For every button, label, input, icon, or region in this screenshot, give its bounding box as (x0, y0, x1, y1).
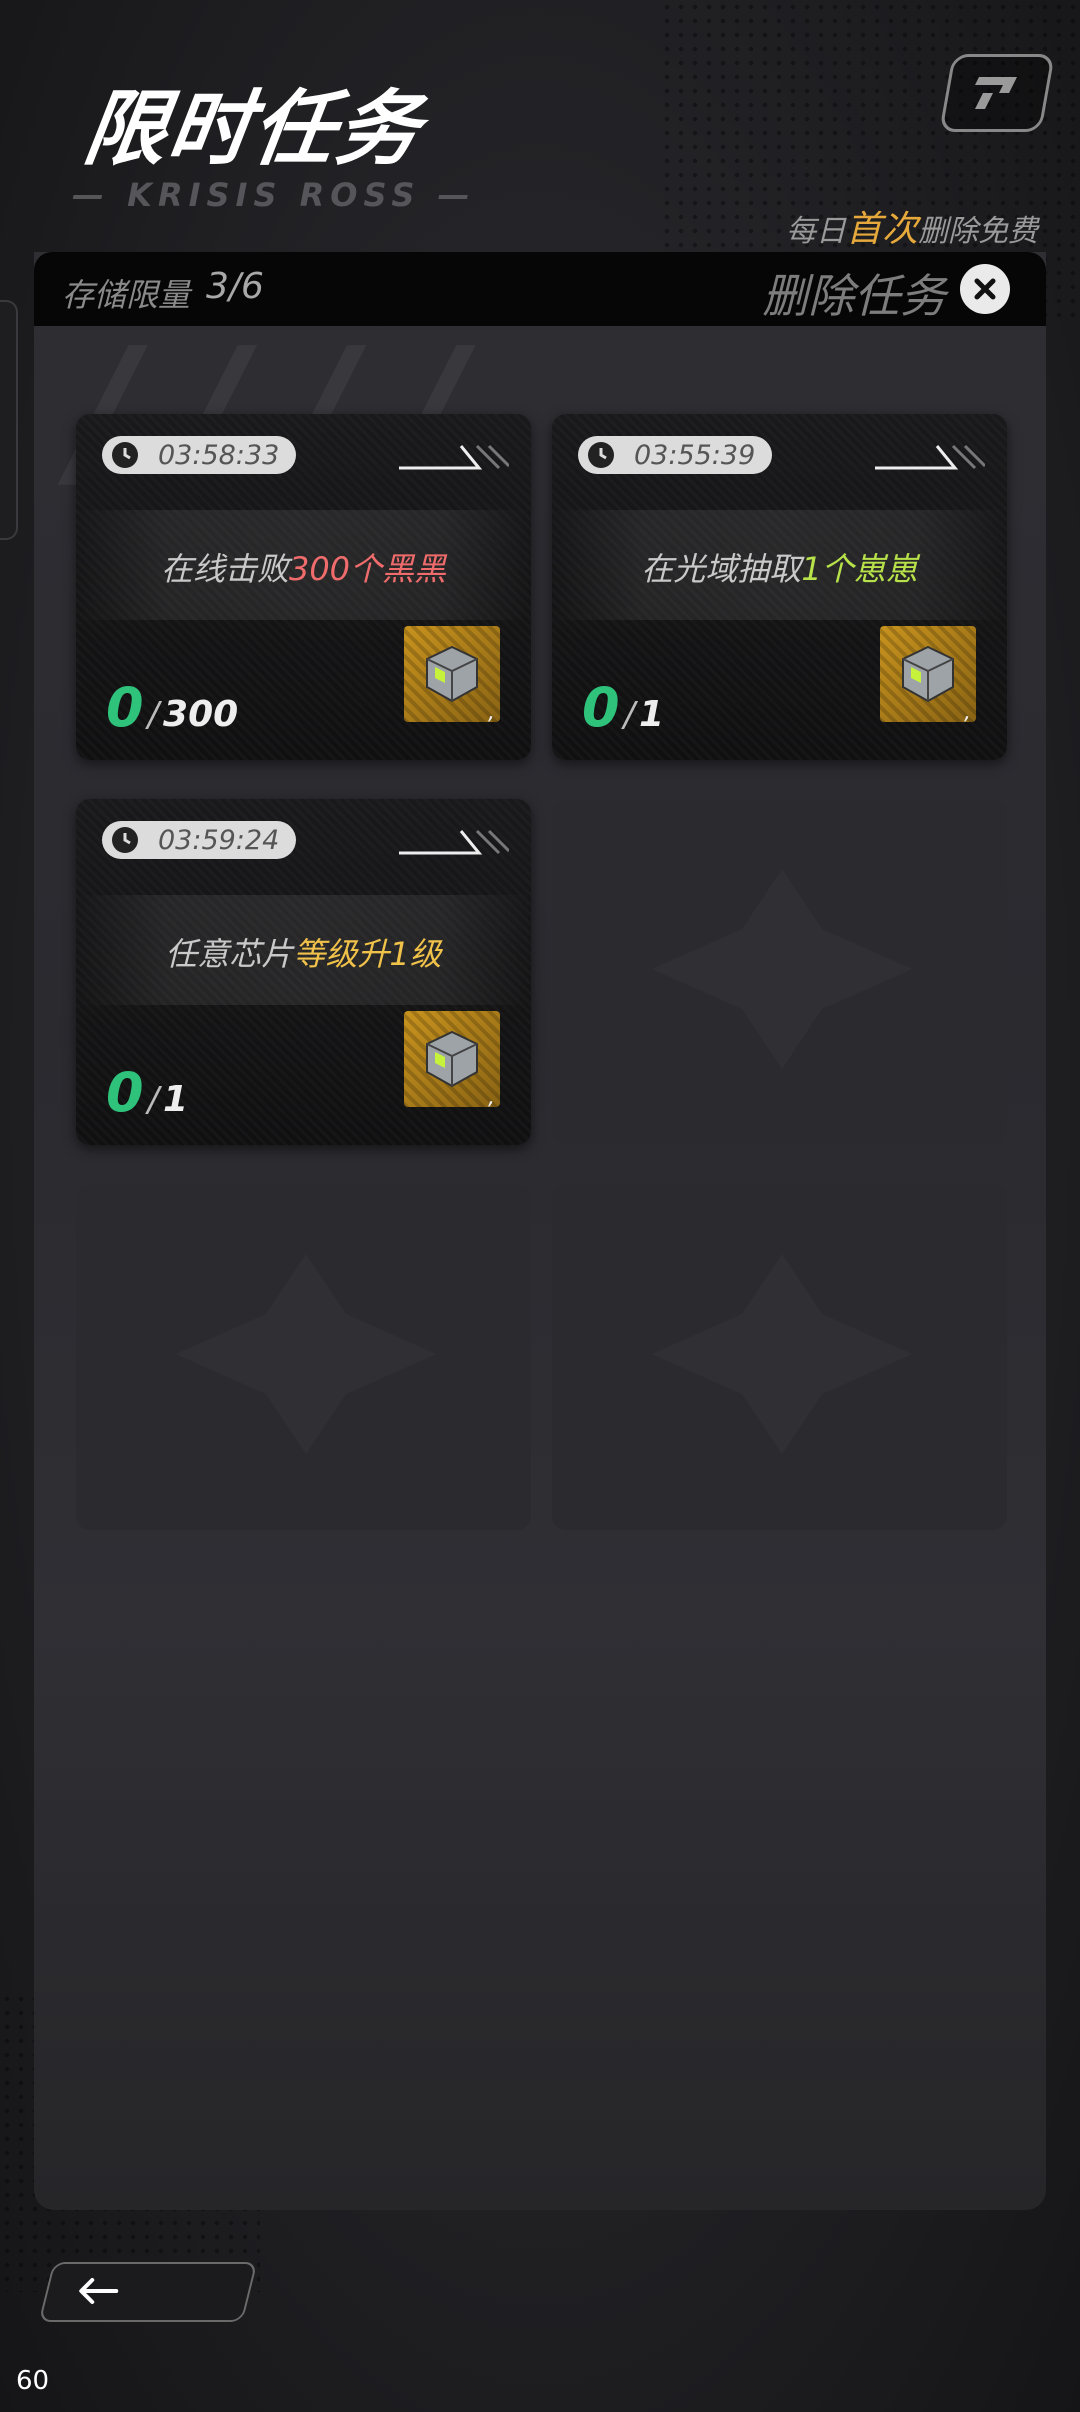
mission-progress: 0/1 (106, 1061, 189, 1124)
timer-pill: 03:55:39 (578, 436, 772, 474)
clock-icon (112, 442, 138, 468)
reward-item[interactable] (880, 626, 976, 722)
slash-decoration (399, 829, 509, 855)
side-tab[interactable] (0, 300, 18, 540)
timer-text: 03:58:33 (158, 439, 280, 471)
mission-card[interactable]: 03:58:33 在线击败300个黑黑 0/300 , (76, 414, 531, 760)
free-note-highlight: 首次 (845, 209, 918, 250)
mission-highlight: 300个黑黑 (288, 550, 447, 588)
storage-bar: 存储限量 3/6 删除任务 (34, 252, 1046, 326)
mission-progress: 0/300 (106, 676, 239, 739)
fps-counter: 60 (16, 2366, 50, 2396)
cube-icon (902, 645, 954, 703)
storage-label: 存储限量 (62, 276, 191, 314)
reward-count: , (488, 700, 495, 725)
timer-text: 03:55:39 (634, 439, 756, 471)
empty-mission-slot (76, 1184, 531, 1530)
page-title: 限时任务 (78, 82, 428, 177)
close-icon[interactable] (960, 264, 1010, 314)
clock-icon (588, 442, 614, 468)
free-delete-note: 每日首次删除免费 (785, 209, 1038, 250)
slash-decoration (399, 444, 509, 470)
back-button[interactable] (38, 2262, 258, 2322)
storage-count: 3/6 (206, 266, 264, 307)
empty-slot-emblem (652, 1254, 912, 1454)
empty-slot-emblem (652, 869, 912, 1069)
cube-icon (426, 645, 478, 703)
mission-card[interactable]: 03:59:24 任意芯片等级升1级 0/1 , (76, 799, 531, 1145)
timer-text: 03:59:24 (158, 824, 280, 856)
empty-slot-emblem (176, 1254, 436, 1454)
mission-card[interactable]: 03:55:39 在光域抽取1个崽崽 0/1 , (552, 414, 1007, 760)
timer-pill: 03:58:33 (102, 436, 296, 474)
mission-highlight: 1个崽崽 (801, 550, 918, 588)
mission-highlight: 等级升1级 (293, 935, 442, 973)
empty-mission-slot (552, 799, 1007, 1145)
mission-description: 任意芯片等级升1级 (165, 935, 442, 973)
top-right-button[interactable] (939, 54, 1055, 132)
logo-icon (975, 77, 1017, 109)
delete-mission-label[interactable]: 删除任务 (762, 260, 946, 326)
cube-icon (426, 1030, 478, 1088)
empty-mission-slot (552, 1184, 1007, 1530)
reward-item[interactable] (404, 626, 500, 722)
reward-count: , (964, 700, 971, 725)
mission-description: 在线击败300个黑黑 (160, 550, 447, 588)
slash-decoration (875, 444, 985, 470)
reward-count: , (488, 1085, 495, 1110)
timer-pill: 03:59:24 (102, 821, 296, 859)
clock-icon (112, 827, 138, 853)
reward-item[interactable] (404, 1011, 500, 1107)
mission-description: 在光域抽取1个崽崽 (641, 550, 918, 588)
mission-progress: 0/1 (582, 676, 665, 739)
title-decoration: — KRISIS ROSS — (72, 176, 476, 214)
arrow-left-icon (79, 2278, 119, 2304)
